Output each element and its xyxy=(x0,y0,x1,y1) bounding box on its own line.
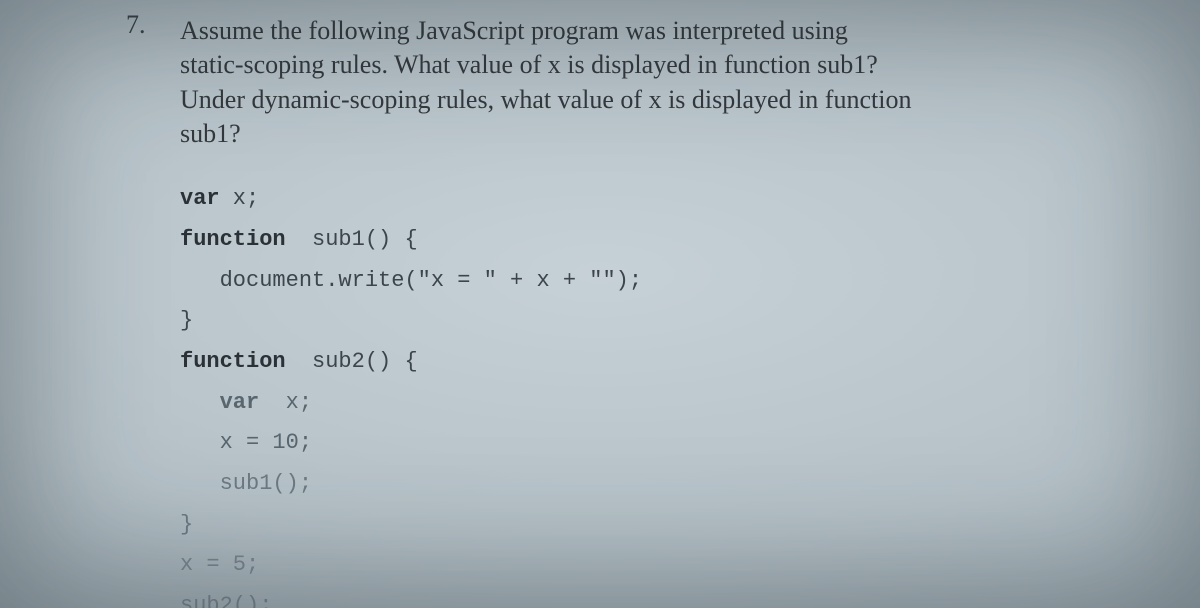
code-line-11: sub2(); xyxy=(180,593,272,608)
code-line-2: sub1() { xyxy=(286,227,418,252)
code-line-7: x = 10; xyxy=(180,430,312,455)
question-text: Assume the following JavaScript program … xyxy=(180,14,1120,151)
question-number: 7. xyxy=(126,10,146,40)
code-line-10: x = 5; xyxy=(180,552,259,577)
question-line-2: static-scoping rules. What value of x is… xyxy=(180,50,878,79)
page-content: 7. Assume the following JavaScript progr… xyxy=(0,0,1200,608)
code-keyword-var: var xyxy=(180,390,259,415)
code-keyword-function: function xyxy=(180,227,286,252)
code-line-8: sub1(); xyxy=(180,471,312,496)
code-keyword-function: function xyxy=(180,349,286,374)
code-line-4: } xyxy=(180,308,193,333)
code-line-1: x; xyxy=(220,186,260,211)
question-line-3: Under dynamic-scoping rules, what value … xyxy=(180,85,911,114)
code-keyword-var: var xyxy=(180,186,220,211)
code-line-5: sub2() { xyxy=(286,349,418,374)
question-line-1: Assume the following JavaScript program … xyxy=(180,16,848,45)
code-line-9: } xyxy=(180,512,193,537)
code-block: var x; function sub1() { document.write(… xyxy=(180,179,1120,608)
question-line-4: sub1? xyxy=(180,119,241,148)
code-line-6: x; xyxy=(259,390,312,415)
code-line-3: document.write("x = " + x + ""); xyxy=(180,268,642,293)
